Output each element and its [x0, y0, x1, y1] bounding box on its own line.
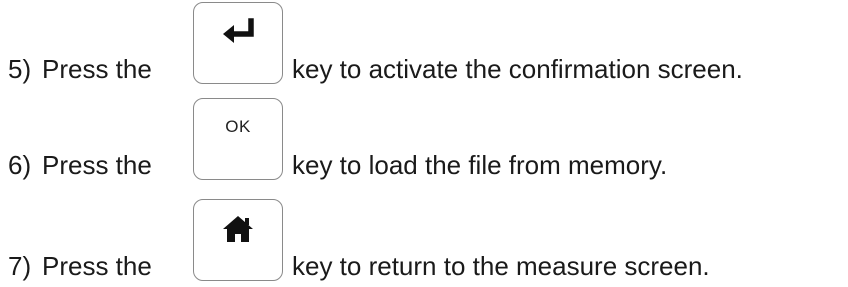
step-5: 5) Press the key to activate the confirm…	[0, 0, 848, 90]
step-press-text: Press the	[42, 251, 152, 281]
step-number: 7)	[8, 251, 32, 281]
step-rest-text: key to activate the confirmation screen.	[292, 54, 743, 84]
step-press-text: Press the	[42, 54, 152, 84]
step-press-text: Press the	[42, 150, 152, 180]
step-number: 6)	[8, 150, 32, 180]
step-number: 5)	[8, 54, 32, 84]
home-icon	[194, 214, 282, 249]
step-7: 7) Press the key to return to the measur…	[0, 197, 848, 287]
ok-key: OK	[193, 98, 283, 180]
step-6: 6) Press the OK key to load the file fro…	[0, 96, 848, 186]
step-rest-text: key to load the file from memory.	[292, 150, 668, 180]
enter-key	[193, 2, 283, 84]
home-key	[193, 199, 283, 281]
step-rest-text: key to return to the measure screen.	[292, 251, 710, 281]
enter-return-icon	[194, 17, 282, 52]
ok-key-label: OK	[225, 117, 251, 136]
